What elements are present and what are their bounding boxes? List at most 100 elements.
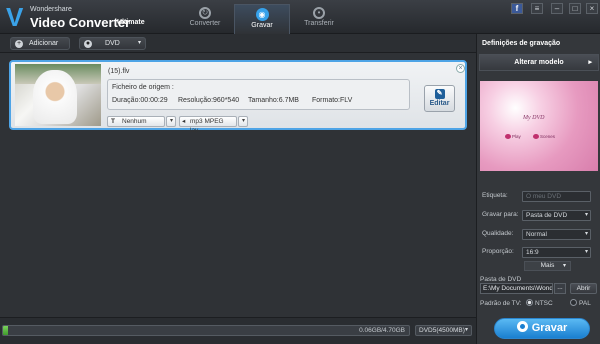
brand-company: Wondershare [30,6,72,13]
tv-standard-label: Padrão de TV: [480,300,522,307]
disc-type-value: DVD5(4500MB) [419,327,465,334]
menu-template-preview: My DVD Play Scenes [480,81,598,171]
radio-selected-icon [526,299,533,306]
change-template-button[interactable]: Alterar modelo ▸ [479,54,599,71]
dvd-folder-label: Pasta de DVD [480,276,522,283]
edit-button[interactable]: ✎ Editar [424,85,455,112]
preview-title: My DVD [523,115,545,121]
chevron-down-icon: ▾ [584,249,588,255]
heart-icon [505,134,511,139]
radio-unselected-icon [570,299,577,306]
audio-icon: ◂ [182,118,186,125]
burn-disc-icon [516,321,528,332]
file-name: (15).flv [108,68,130,75]
duration-text: Duração:00:00:29 [112,97,168,104]
convert-icon: ↻ [199,7,211,19]
burn-to-label: Gravar para: [482,211,519,218]
resolution-text: Resolução:960*540 [178,97,240,104]
tab-gravar[interactable]: ◉ Gravar [234,4,290,34]
file-list: (15).flv Ficheiro de origem : Duração:00… [0,53,476,317]
audio-dropdown-button[interactable]: ▾ [238,116,248,127]
dvd-folder-path-input[interactable]: E:\My Documents\Wonder [480,283,553,294]
label-field-label: Etiqueta: [482,192,508,199]
quality-select[interactable]: Normal ▾ [522,229,591,240]
subtitle-dropdown-button[interactable]: ▾ [166,116,176,127]
chevron-down-icon: ▾ [584,231,588,237]
preview-scenes-label: Scenes [540,134,556,139]
add-file-icon: + [15,40,23,48]
change-template-label: Alterar modelo [514,59,564,66]
app-window: V Wondershare Video Converter Ultimate ↻… [0,0,600,344]
source-file-label: Ficheiro de origem : [112,84,174,91]
chevron-down-icon: ▾ [241,118,245,124]
aspect-ratio-value: 16:9 [526,249,539,256]
maximize-icon[interactable]: □ [569,3,581,14]
remove-item-icon[interactable]: × [456,64,465,73]
browse-button[interactable]: ... [554,283,566,294]
chevron-down-icon: ▾ [169,118,173,124]
transfer-icon: • [313,7,325,19]
ntsc-radio[interactable]: NTSC [526,299,553,307]
menu-list-icon[interactable]: ≡ [531,3,543,14]
title-bar: V Wondershare Video Converter Ultimate ↻… [0,0,600,34]
toolbar: + Adicionar ● DVD ▾ [0,34,476,53]
open-folder-button[interactable]: Abrir [570,283,597,294]
chevron-down-icon: ▾ [562,263,566,269]
close-icon[interactable]: × [586,3,598,14]
app-logo-icon: V [6,2,24,32]
pal-label: PAL [579,300,591,307]
aspect-ratio-label: Proporção: [482,248,514,255]
more-settings-button[interactable]: Mais ▾ [524,261,571,271]
tab-transferir-label: Transferir [304,20,334,27]
quality-value: Normal [526,231,547,238]
facebook-icon[interactable]: f [511,3,523,14]
disc-capacity-bar: 0.06GB/4.70GB [2,325,410,336]
disc-type-select[interactable]: DVD5(4500MB) ▾ [415,325,472,336]
capacity-text: 0.06GB/4.70GB [359,327,405,334]
tab-gravar-label: Gravar [251,22,273,29]
burn-button-label: Gravar [531,322,568,334]
audio-track-value: mp3 MPEG lay... [190,118,224,134]
dvd-button-label: DVD [105,40,120,47]
file-item[interactable]: (15).flv Ficheiro de origem : Duração:00… [9,60,467,134]
subtitle-select-value: Nenhum [122,118,147,125]
brand-edition: Ultimate [117,19,145,26]
chevron-down-icon: ▾ [464,327,468,333]
tab-converter[interactable]: ↻ Converter [177,4,233,34]
heart-icon [533,134,539,139]
video-thumbnail[interactable] [15,64,101,126]
pal-radio[interactable]: PAL [570,299,591,307]
burn-settings-panel: Definições de gravação Alterar modelo ▸ … [476,34,600,344]
aspect-ratio-select[interactable]: 16:9 ▾ [522,247,591,258]
edit-button-label: Editar [429,100,450,107]
preview-play-label: Play [512,134,521,139]
ntsc-label: NTSC [535,300,553,307]
add-button-label: Adicionar [29,40,59,47]
chevron-right-icon: ▸ [588,59,592,66]
burn-button[interactable]: Gravar [494,318,590,339]
source-info-box: Ficheiro de origem : Duração:00:00:29 Re… [107,79,410,110]
capacity-fill [3,326,8,335]
audio-track-select[interactable]: ◂ mp3 MPEG lay... [179,116,237,134]
tab-converter-label: Converter [189,20,221,27]
quality-label: Qualidade: [482,230,514,237]
add-button[interactable]: + Adicionar [10,37,70,50]
size-text: Tamanho:6.7MB [248,97,299,104]
brand-product: Video Converter [30,15,131,30]
burn-disc-icon: ◉ [255,8,269,21]
burn-to-select[interactable]: Pasta de DVD ▾ [522,210,591,221]
tab-transferir[interactable]: • Transferir [291,4,347,34]
dvd-disc-icon: ● [84,40,92,48]
dvd-label-input[interactable]: O meu DVD [522,191,591,202]
subtitle-select[interactable]: T Nenhum [107,116,165,127]
dvd-button[interactable]: ● DVD ▾ [79,37,146,50]
burn-to-value: Pasta de DVD [526,212,568,219]
more-settings-label: Mais [540,262,555,269]
text-subtitle-icon: T [111,118,115,125]
minimize-icon[interactable]: – [551,3,563,14]
edit-pencil-icon: ✎ [434,89,445,99]
chevron-down-icon: ▾ [584,212,588,218]
panel-title: Definições de gravação [482,40,561,47]
chevron-down-icon: ▾ [137,40,141,46]
status-bar: 0.06GB/4.70GB DVD5(4500MB) ▾ [0,317,476,344]
